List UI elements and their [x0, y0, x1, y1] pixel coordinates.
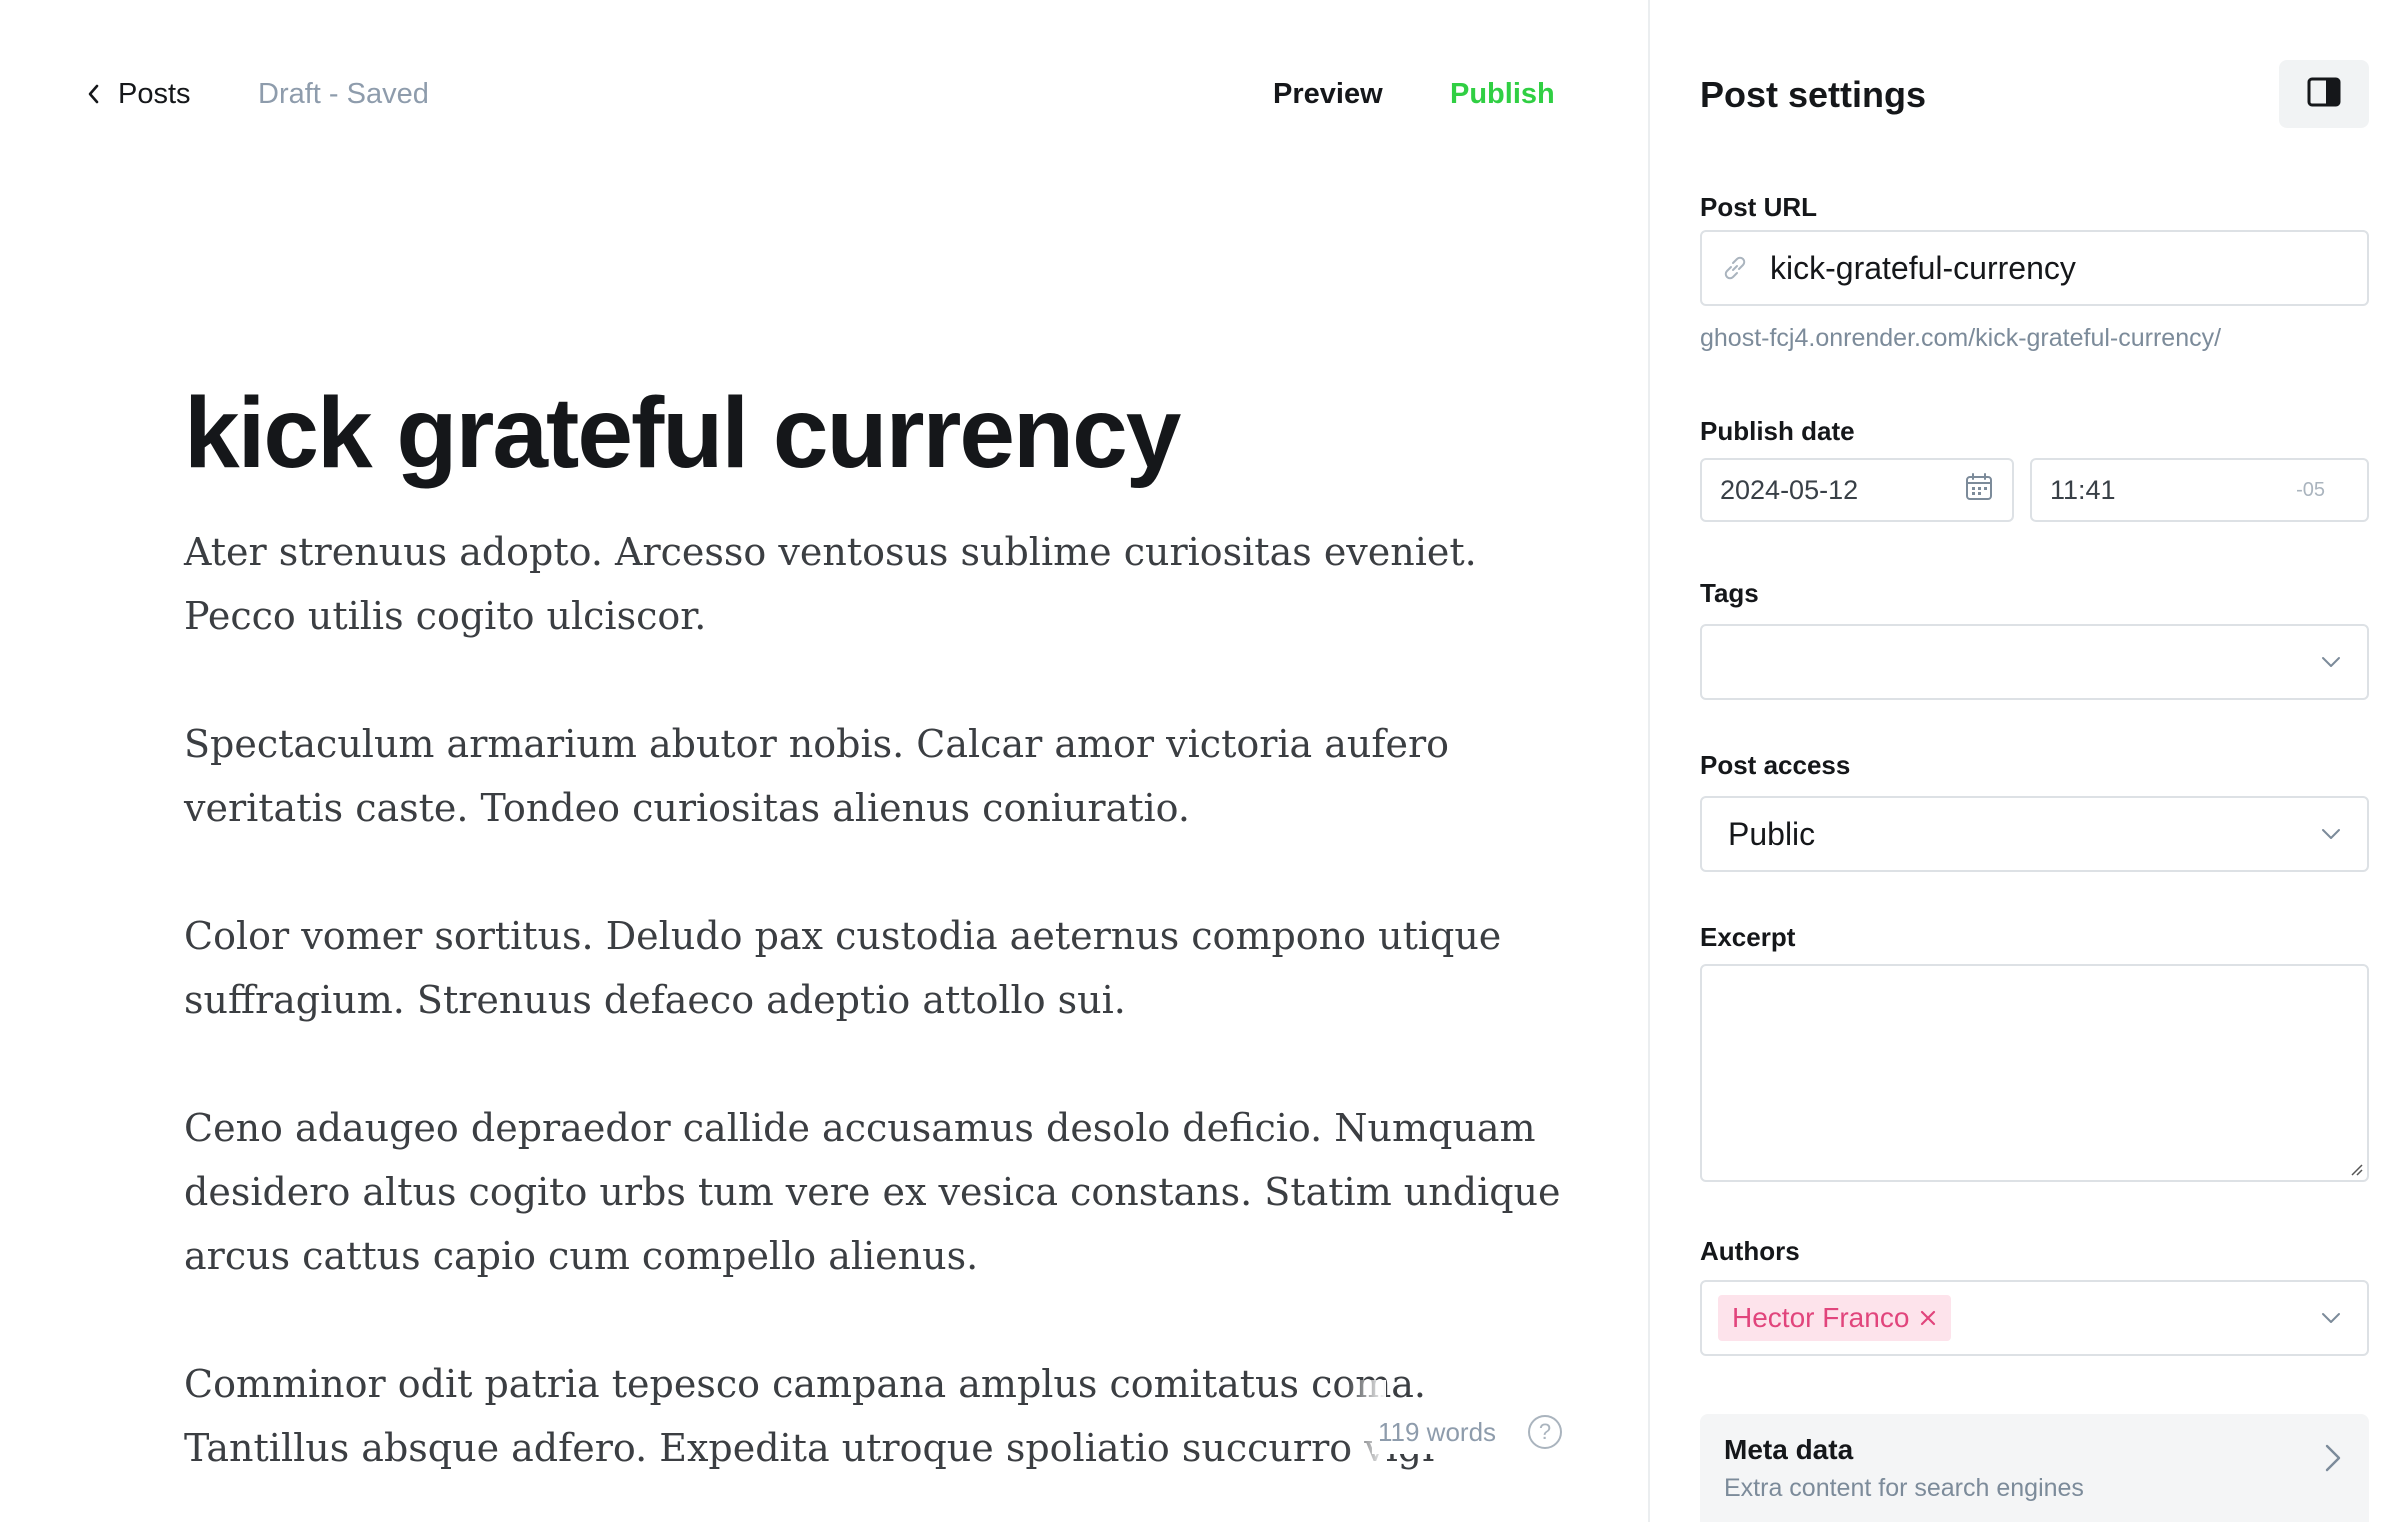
publish-time-value: 11:41: [2050, 474, 2116, 505]
meta-data-subtitle: Extra content for search engines: [1724, 1474, 2084, 1502]
calendar-icon[interactable]: [1964, 472, 1994, 509]
post-url-input[interactable]: kick-grateful-currency: [1700, 230, 2369, 306]
post-settings-sidebar: Post settings Post URL kick-grateful-cur…: [1648, 0, 2400, 1522]
publish-button[interactable]: Publish: [1450, 76, 1555, 112]
body-line: suffragium. Strenuus defaeco adeptio att…: [184, 978, 1126, 1022]
publish-date-label: Publish date: [1700, 416, 1855, 446]
sidebar-toggle-button[interactable]: [2279, 60, 2369, 128]
body-line: Ater strenuus adopto. Arcesso ventosus s…: [184, 530, 1477, 574]
publish-time-input[interactable]: 11:41 -05: [2030, 458, 2369, 522]
resize-handle-icon[interactable]: [2349, 1162, 2363, 1176]
chevron-down-icon: [2319, 822, 2343, 846]
body-line: Tantillus absque adfero. Expedita utroqu…: [184, 1426, 1435, 1470]
post-url-hint: ghost-fcj4.onrender.com/kick-grateful-cu…: [1700, 324, 2222, 352]
post-url-value: kick-grateful-currency: [1770, 249, 2076, 286]
publish-date-value: 2024-05-12: [1720, 474, 1859, 505]
back-to-posts-link[interactable]: Posts: [82, 76, 191, 112]
authors-label: Authors: [1700, 1236, 1800, 1266]
post-body[interactable]: Ater strenuus adopto. Arcesso ventosus s…: [184, 520, 1561, 1522]
chevron-left-icon: [82, 83, 104, 105]
chevron-right-icon: [2319, 1442, 2345, 1474]
post-title[interactable]: kick grateful currency: [184, 368, 1484, 498]
body-line: arcus cattus capio cum compello alienus.: [184, 1234, 979, 1278]
word-count-bar: 119 words ?: [1372, 1410, 1563, 1454]
body-line: Comminor odit patria tepesco campana amp…: [184, 1362, 1426, 1406]
body-line: veritatis caste. Tondeo curiositas alien…: [184, 786, 1190, 830]
meta-data-card[interactable]: Meta data Extra content for search engin…: [1700, 1414, 2369, 1522]
author-chip[interactable]: Hector Franco: [1718, 1295, 1952, 1341]
post-url-label: Post URL: [1700, 192, 1817, 222]
word-count: 119 words: [1378, 1416, 1497, 1447]
post-access-label: Post access: [1700, 750, 1851, 780]
sidebar-title: Post settings: [1700, 74, 1927, 115]
sidebar-panel-icon: [2307, 77, 2341, 112]
body-line: Pecco utilis cogito ulciscor.: [184, 594, 707, 638]
close-icon[interactable]: [1919, 1309, 1937, 1327]
tags-select[interactable]: [1700, 624, 2369, 700]
excerpt-textarea[interactable]: [1700, 964, 2369, 1182]
post-access-value: Public: [1728, 815, 1816, 852]
draft-status: Draft - Saved: [258, 77, 429, 110]
tags-label: Tags: [1700, 578, 1759, 608]
body-line: Ceno adaugeo depraedor callide accusamus…: [184, 1106, 1536, 1150]
author-chip-label: Hector Franco: [1732, 1302, 1910, 1333]
post-access-select[interactable]: Public: [1700, 796, 2369, 872]
help-icon[interactable]: ?: [1528, 1415, 1563, 1449]
chevron-down-icon: [2319, 650, 2343, 674]
body-line: desidero altus cogito urbs tum vere ex v…: [184, 1170, 1561, 1214]
meta-data-title: Meta data: [1724, 1434, 1854, 1465]
body-paragraph[interactable]: Color vomer sortitus. Deludo pax custodi…: [184, 904, 1501, 1032]
body-paragraph[interactable]: Spectaculum armarium abutor nobis. Calca…: [184, 712, 1484, 840]
body-paragraph[interactable]: Comminor odit patria tepesco campana amp…: [184, 1352, 1484, 1480]
body-paragraph[interactable]: Ater strenuus adopto. Arcesso ventosus s…: [184, 520, 1484, 648]
editor-topbar: Posts Draft - Saved Preview Publish: [0, 0, 1648, 190]
preview-button[interactable]: Preview: [1273, 76, 1383, 112]
body-line: Color vomer sortitus. Deludo pax custodi…: [184, 914, 1502, 958]
body-line: Spectaculum armarium abutor nobis. Calca…: [184, 722, 1450, 766]
link-icon: [1720, 253, 1750, 283]
body-paragraph[interactable]: Ceno adaugeo depraedor callide accusamus…: [184, 1096, 1561, 1288]
excerpt-label: Excerpt: [1700, 922, 1796, 952]
publish-date-input[interactable]: 2024-05-12: [1700, 458, 2014, 522]
chevron-down-icon: [2319, 1306, 2343, 1330]
back-label: Posts: [118, 77, 191, 110]
editor-pane: Posts Draft - Saved Preview Publish kick…: [0, 0, 1648, 1522]
timezone-offset: -05: [2296, 478, 2325, 501]
authors-select[interactable]: Hector Franco: [1700, 1280, 2369, 1356]
